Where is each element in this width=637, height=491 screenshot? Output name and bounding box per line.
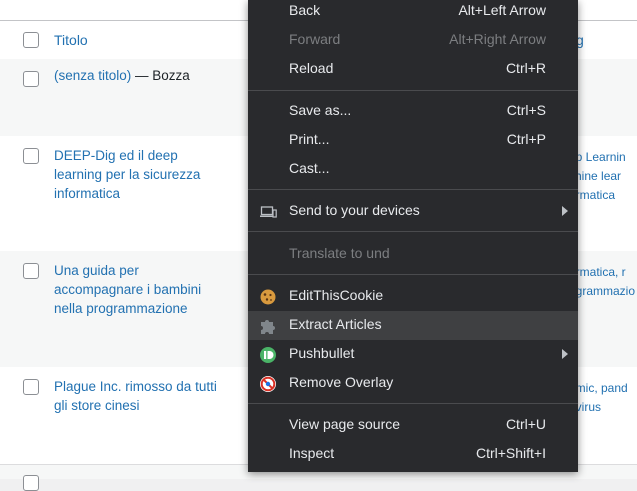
- row-checkbox[interactable]: [23, 263, 39, 279]
- row-checkbox[interactable]: [23, 475, 39, 491]
- pushbullet-icon: [259, 346, 277, 364]
- post-title-link[interactable]: Una guida per accompagnare i bambini nel…: [54, 261, 229, 318]
- menu-item-label: EditThisCookie: [289, 287, 384, 303]
- menu-item-forward[interactable]: Forward Alt+Right Arrow: [248, 26, 578, 55]
- puzzle-icon: [259, 317, 277, 335]
- tag-link[interactable]: emic, pand: [569, 379, 637, 398]
- menu-item-extract-articles[interactable]: Extract Articles: [248, 311, 578, 340]
- submenu-arrow-icon: [562, 349, 568, 359]
- cookie-icon: [259, 288, 277, 306]
- post-title-cell: (senza titolo) — Bozza: [54, 66, 229, 85]
- post-title-link[interactable]: (senza titolo): [54, 68, 131, 83]
- menu-item-shortcut: Ctrl+S: [506, 102, 546, 118]
- column-title-header[interactable]: Titolo: [54, 32, 88, 48]
- menu-item-cast[interactable]: Cast...: [248, 155, 578, 184]
- menu-item-label: View page source: [289, 416, 401, 432]
- menu-separator: [248, 403, 578, 404]
- menu-separator: [248, 231, 578, 232]
- menu-item-shortcut: Ctrl+R: [505, 60, 546, 76]
- post-title-link[interactable]: Plague Inc. rimosso da tutti gli store c…: [54, 377, 229, 415]
- menu-item-print[interactable]: Print... Ctrl+P: [248, 126, 578, 155]
- post-tags-cell: ep Learnin chine lear ormatica: [569, 148, 637, 205]
- menu-item-label: Forward: [289, 31, 341, 47]
- menu-separator: [248, 274, 578, 275]
- tag-link[interactable]: , virus: [569, 398, 637, 417]
- post-tags-cell: ormatica, r ogrammazio: [569, 263, 637, 301]
- menu-item-label: Save as...: [289, 102, 352, 118]
- menu-item-save-as[interactable]: Save as... Ctrl+S: [248, 97, 578, 126]
- row-checkbox[interactable]: [23, 379, 39, 395]
- devices-icon: [259, 203, 277, 221]
- submenu-arrow-icon: [562, 206, 568, 216]
- menu-item-shortcut: Alt+Left Arrow: [458, 2, 546, 18]
- tag-link[interactable]: chine lear: [569, 167, 637, 186]
- menu-item-label: Remove Overlay: [289, 374, 394, 390]
- menu-item-view-source[interactable]: View page source Ctrl+U: [248, 411, 578, 440]
- menu-item-shortcut: Alt+Right Arrow: [449, 31, 546, 47]
- context-menu: Back Alt+Left Arrow Forward Alt+Right Ar…: [248, 0, 578, 472]
- menu-item-shortcut: Ctrl+Shift+I: [475, 445, 546, 461]
- row-checkbox[interactable]: [23, 71, 39, 87]
- menu-item-label: Cast...: [289, 160, 330, 176]
- menu-item-label: Pushbullet: [289, 345, 355, 361]
- menu-item-shortcut: Ctrl+U: [505, 416, 546, 432]
- menu-item-editthiscookie[interactable]: EditThisCookie: [248, 282, 578, 311]
- select-all-checkbox[interactable]: [23, 32, 39, 48]
- tag-link[interactable]: ep Learnin: [569, 148, 637, 167]
- menu-separator: [248, 189, 578, 190]
- menu-item-label: Print...: [289, 131, 330, 147]
- post-status: — Bozza: [131, 68, 190, 83]
- tag-link[interactable]: ormatica, r: [569, 263, 637, 282]
- post-tags-cell: emic, pand , virus: [569, 379, 637, 417]
- menu-item-send-to-devices[interactable]: Send to your devices: [248, 197, 578, 226]
- menu-item-label: Inspect: [289, 445, 335, 461]
- no-entry-icon: [259, 375, 277, 393]
- menu-item-back[interactable]: Back Alt+Left Arrow: [248, 0, 578, 26]
- menu-item-label: Reload: [289, 60, 334, 76]
- menu-separator: [248, 90, 578, 91]
- tag-link[interactable]: ogrammazio: [569, 282, 637, 301]
- menu-item-pushbullet[interactable]: Pushbullet: [248, 340, 578, 369]
- menu-item-inspect[interactable]: Inspect Ctrl+Shift+I: [248, 440, 578, 469]
- tag-link[interactable]: ormatica: [569, 186, 637, 205]
- post-title-link[interactable]: DEEP-Dig ed il deep learning per la sicu…: [54, 146, 229, 203]
- menu-item-label: Translate to und: [289, 245, 390, 261]
- row-checkbox[interactable]: [23, 148, 39, 164]
- menu-item-label: Send to your devices: [289, 202, 420, 218]
- menu-item-shortcut: Ctrl+P: [506, 131, 546, 147]
- menu-item-reload[interactable]: Reload Ctrl+R: [248, 55, 578, 84]
- menu-item-translate[interactable]: Translate to und: [248, 240, 578, 269]
- menu-item-label: Extract Articles: [289, 316, 382, 332]
- menu-item-label: Back: [289, 2, 321, 18]
- menu-item-remove-overlay[interactable]: Remove Overlay: [248, 369, 578, 398]
